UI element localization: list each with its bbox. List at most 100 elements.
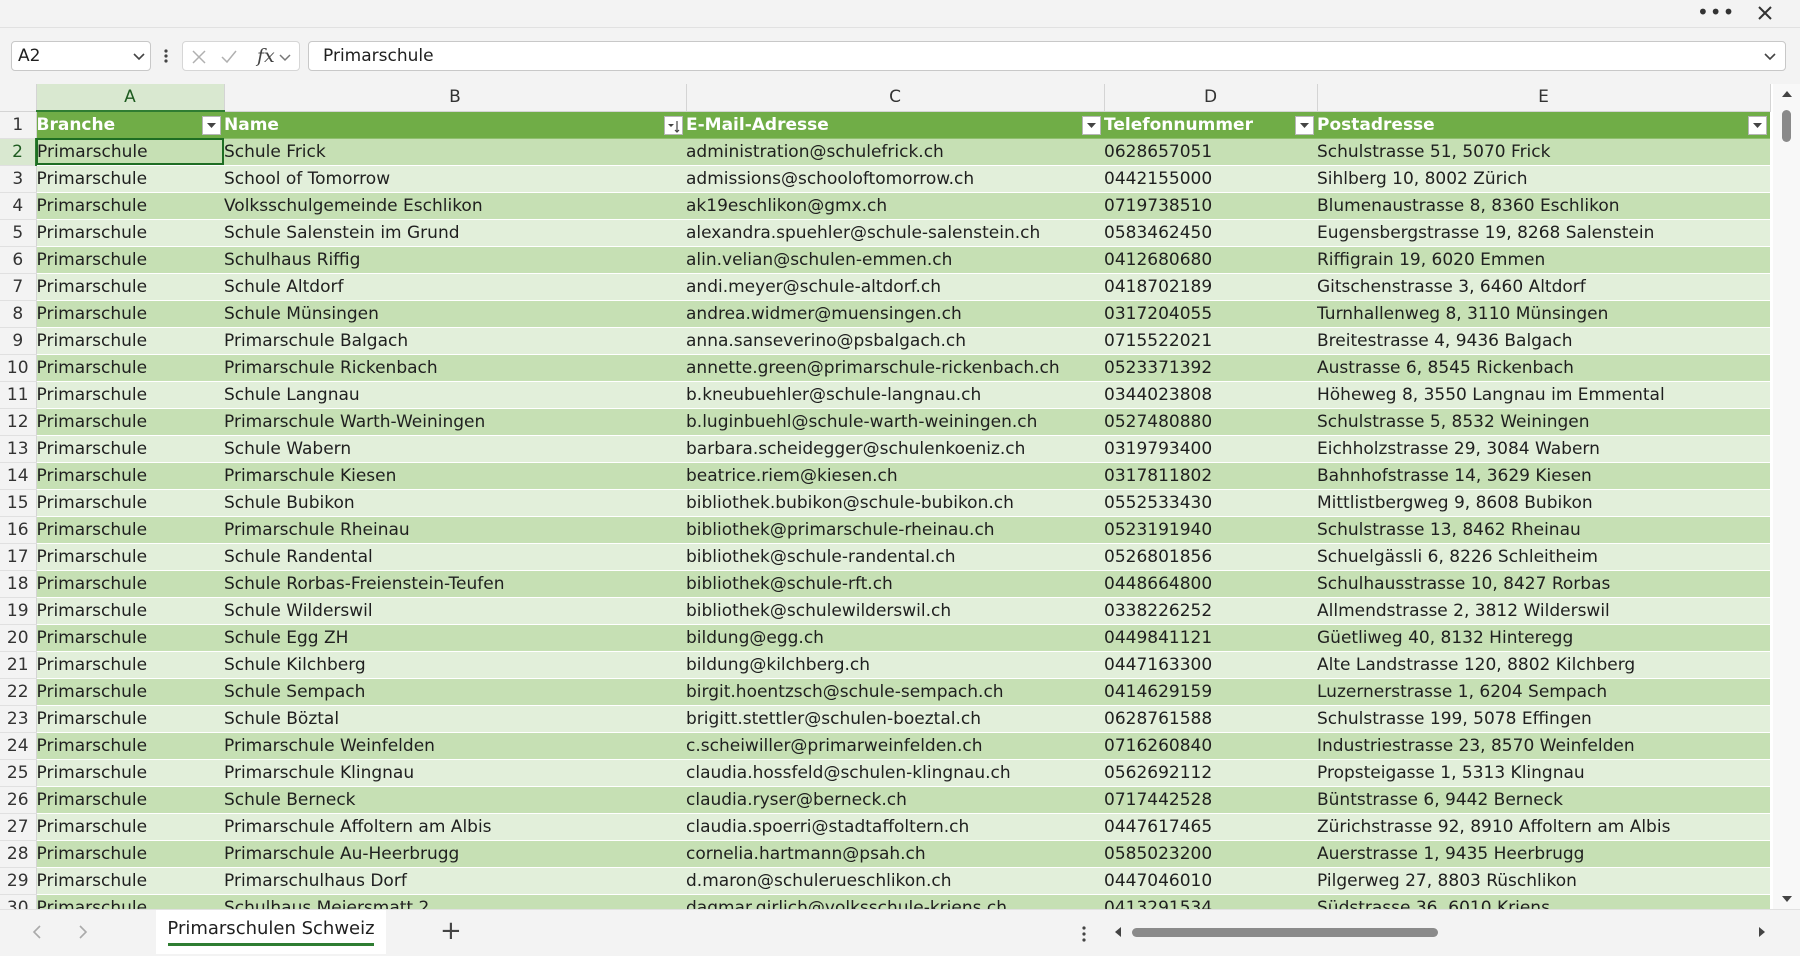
cell-name[interactable]: School of Tomorrow: [224, 165, 686, 193]
cell-branche[interactable]: Primarschule: [36, 354, 224, 382]
cell-email[interactable]: andrea.widmer@muensingen.ch: [686, 300, 1104, 328]
cell-telefon[interactable]: 0442155000: [1104, 165, 1317, 193]
cell-name[interactable]: Primarschule Klingnau: [224, 759, 686, 787]
row-header[interactable]: 25: [0, 759, 37, 787]
chevron-down-icon[interactable]: [132, 49, 146, 63]
row-header[interactable]: 12: [0, 408, 37, 436]
cell-name[interactable]: Primarschule Rickenbach: [224, 354, 686, 382]
cell-email[interactable]: dagmar.girlich@volksschule-kriens.ch: [686, 894, 1104, 909]
cell-branche[interactable]: Primarschule: [36, 867, 224, 895]
scroll-left-icon[interactable]: [1112, 926, 1124, 938]
cell-email[interactable]: bibliothek@schulewilderswil.ch: [686, 597, 1104, 625]
cell-email[interactable]: b.luginbuehl@schule-warth-weiningen.ch: [686, 408, 1104, 436]
chevron-down-icon[interactable]: [279, 49, 291, 65]
cell-postadresse[interactable]: Schulhausstrasse 10, 8427 Rorbas: [1317, 570, 1770, 598]
insert-function-icon[interactable]: fx: [257, 43, 275, 69]
filter-dropdown-icon[interactable]: [1082, 115, 1101, 135]
cell-telefon[interactable]: 0523371392: [1104, 354, 1317, 382]
cell-branche[interactable]: Primarschule: [36, 273, 224, 301]
cell-postadresse[interactable]: Auerstrasse 1, 9435 Heerbrugg: [1317, 840, 1770, 868]
horizontal-scrollbar[interactable]: [1110, 924, 1770, 940]
cell-postadresse[interactable]: Mittlistbergweg 9, 8608 Bubikon: [1317, 489, 1770, 517]
cell-branche[interactable]: Primarschule: [36, 840, 224, 868]
cell-name[interactable]: Schule Altdorf: [224, 273, 686, 301]
cell-name[interactable]: Schule Egg ZH: [224, 624, 686, 652]
cell-email[interactable]: beatrice.riem@kiesen.ch: [686, 462, 1104, 490]
cell-postadresse[interactable]: Turnhallenweg 8, 3110 Münsingen: [1317, 300, 1770, 328]
cell-email[interactable]: andi.meyer@schule-altdorf.ch: [686, 273, 1104, 301]
cell-telefon[interactable]: 0317811802: [1104, 462, 1317, 490]
cell-name[interactable]: Schule Kilchberg: [224, 651, 686, 679]
vertical-dots-icon[interactable]: [161, 42, 171, 70]
cell-branche[interactable]: Primarschule: [36, 894, 224, 909]
cell-branche[interactable]: Primarschule: [36, 759, 224, 787]
cell-telefon[interactable]: 0585023200: [1104, 840, 1317, 868]
column-header-d[interactable]: D: [1104, 84, 1318, 112]
cell-branche[interactable]: Primarschule: [36, 543, 224, 571]
cell-name[interactable]: Schule Frick: [224, 138, 686, 166]
column-header-c[interactable]: C: [686, 84, 1105, 112]
column-header-b[interactable]: B: [224, 84, 687, 112]
cell-email[interactable]: birgit.hoentzsch@schule-sempach.ch: [686, 678, 1104, 706]
column-header-a[interactable]: A: [36, 84, 225, 112]
cell-email[interactable]: ak19eschlikon@gmx.ch: [686, 192, 1104, 220]
row-header[interactable]: 5: [0, 219, 37, 247]
cell-email[interactable]: administration@schulefrick.ch: [686, 138, 1104, 166]
cell-name[interactable]: Schule Böztal: [224, 705, 686, 733]
cell-email[interactable]: bildung@egg.ch: [686, 624, 1104, 652]
row-header[interactable]: 11: [0, 381, 37, 409]
filter-dropdown-icon[interactable]: [1295, 115, 1314, 135]
cell-email[interactable]: claudia.ryser@berneck.ch: [686, 786, 1104, 814]
add-sheet-button[interactable]: +: [440, 916, 462, 946]
row-header[interactable]: 26: [0, 786, 37, 814]
cell-name[interactable]: Volksschulgemeinde Eschlikon: [224, 192, 686, 220]
row-header[interactable]: 28: [0, 840, 37, 868]
cell-branche[interactable]: Primarschule: [36, 165, 224, 193]
scroll-down-icon[interactable]: [1781, 893, 1793, 905]
cell-postadresse[interactable]: Schulstrasse 13, 8462 Rheinau: [1317, 516, 1770, 544]
cancel-icon[interactable]: [191, 49, 207, 65]
cell-postadresse[interactable]: Südstrasse 36, 6010 Kriens: [1317, 894, 1770, 909]
cell-branche[interactable]: Primarschule: [36, 192, 224, 220]
cell-email[interactable]: bildung@kilchberg.ch: [686, 651, 1104, 679]
cell-email[interactable]: bibliothek@schule-randental.ch: [686, 543, 1104, 571]
cell-postadresse[interactable]: Büntstrasse 6, 9442 Berneck: [1317, 786, 1770, 814]
cell-branche[interactable]: Primarschule: [36, 435, 224, 463]
cell-name[interactable]: Primarschule Affoltern am Albis: [224, 813, 686, 841]
row-header[interactable]: 15: [0, 489, 37, 517]
cell-postadresse[interactable]: Schulstrasse 199, 5078 Effingen: [1317, 705, 1770, 733]
select-all-corner[interactable]: [0, 84, 37, 112]
cell-telefon[interactable]: 0583462450: [1104, 219, 1317, 247]
cell-email[interactable]: barbara.scheidegger@schulenkoeniz.ch: [686, 435, 1104, 463]
cell-email[interactable]: admissions@schooloftomorrow.ch: [686, 165, 1104, 193]
cell-telefon[interactable]: 0523191940: [1104, 516, 1317, 544]
row-header[interactable]: 17: [0, 543, 37, 571]
cell-postadresse[interactable]: Eichholzstrasse 29, 3084 Wabern: [1317, 435, 1770, 463]
previous-sheet-icon[interactable]: [30, 924, 46, 940]
expand-formula-icon[interactable]: [1763, 49, 1777, 63]
row-header[interactable]: 24: [0, 732, 37, 760]
cell-email[interactable]: brigitt.stettler@schulen-boeztal.ch: [686, 705, 1104, 733]
cell-email[interactable]: bibliothek@primarschule-rheinau.ch: [686, 516, 1104, 544]
cell-branche[interactable]: Primarschule: [36, 489, 224, 517]
cell-postadresse[interactable]: Allmendstrasse 2, 3812 Wilderswil: [1317, 597, 1770, 625]
cell-name[interactable]: Schule Berneck: [224, 786, 686, 814]
name-box[interactable]: A2: [11, 41, 151, 71]
cell-postadresse[interactable]: Bahnhofstrasse 14, 3629 Kiesen: [1317, 462, 1770, 490]
cell-postadresse[interactable]: Gitschenstrasse 3, 6460 Altdorf: [1317, 273, 1770, 301]
cell-telefon[interactable]: 0317204055: [1104, 300, 1317, 328]
cell-postadresse[interactable]: Industriestrasse 23, 8570 Weinfelden: [1317, 732, 1770, 760]
cell-telefon[interactable]: 0319793400: [1104, 435, 1317, 463]
cell-telefon[interactable]: 0527480880: [1104, 408, 1317, 436]
cell-email[interactable]: cornelia.hartmann@psah.ch: [686, 840, 1104, 868]
cell-postadresse[interactable]: Höheweg 8, 3550 Langnau im Emmental: [1317, 381, 1770, 409]
column-header-e[interactable]: E: [1317, 84, 1771, 112]
cell-postadresse[interactable]: Schulstrasse 5, 8532 Weiningen: [1317, 408, 1770, 436]
cell-telefon[interactable]: 0449841121: [1104, 624, 1317, 652]
cell-name[interactable]: Primarschulhaus Dorf: [224, 867, 686, 895]
cell-name[interactable]: Schule Randental: [224, 543, 686, 571]
row-header[interactable]: 13: [0, 435, 37, 463]
cell-name[interactable]: Schulhaus Riffig: [224, 246, 686, 274]
cell-email[interactable]: bibliothek.bubikon@schule-bubikon.ch: [686, 489, 1104, 517]
row-header[interactable]: 1: [0, 111, 37, 139]
